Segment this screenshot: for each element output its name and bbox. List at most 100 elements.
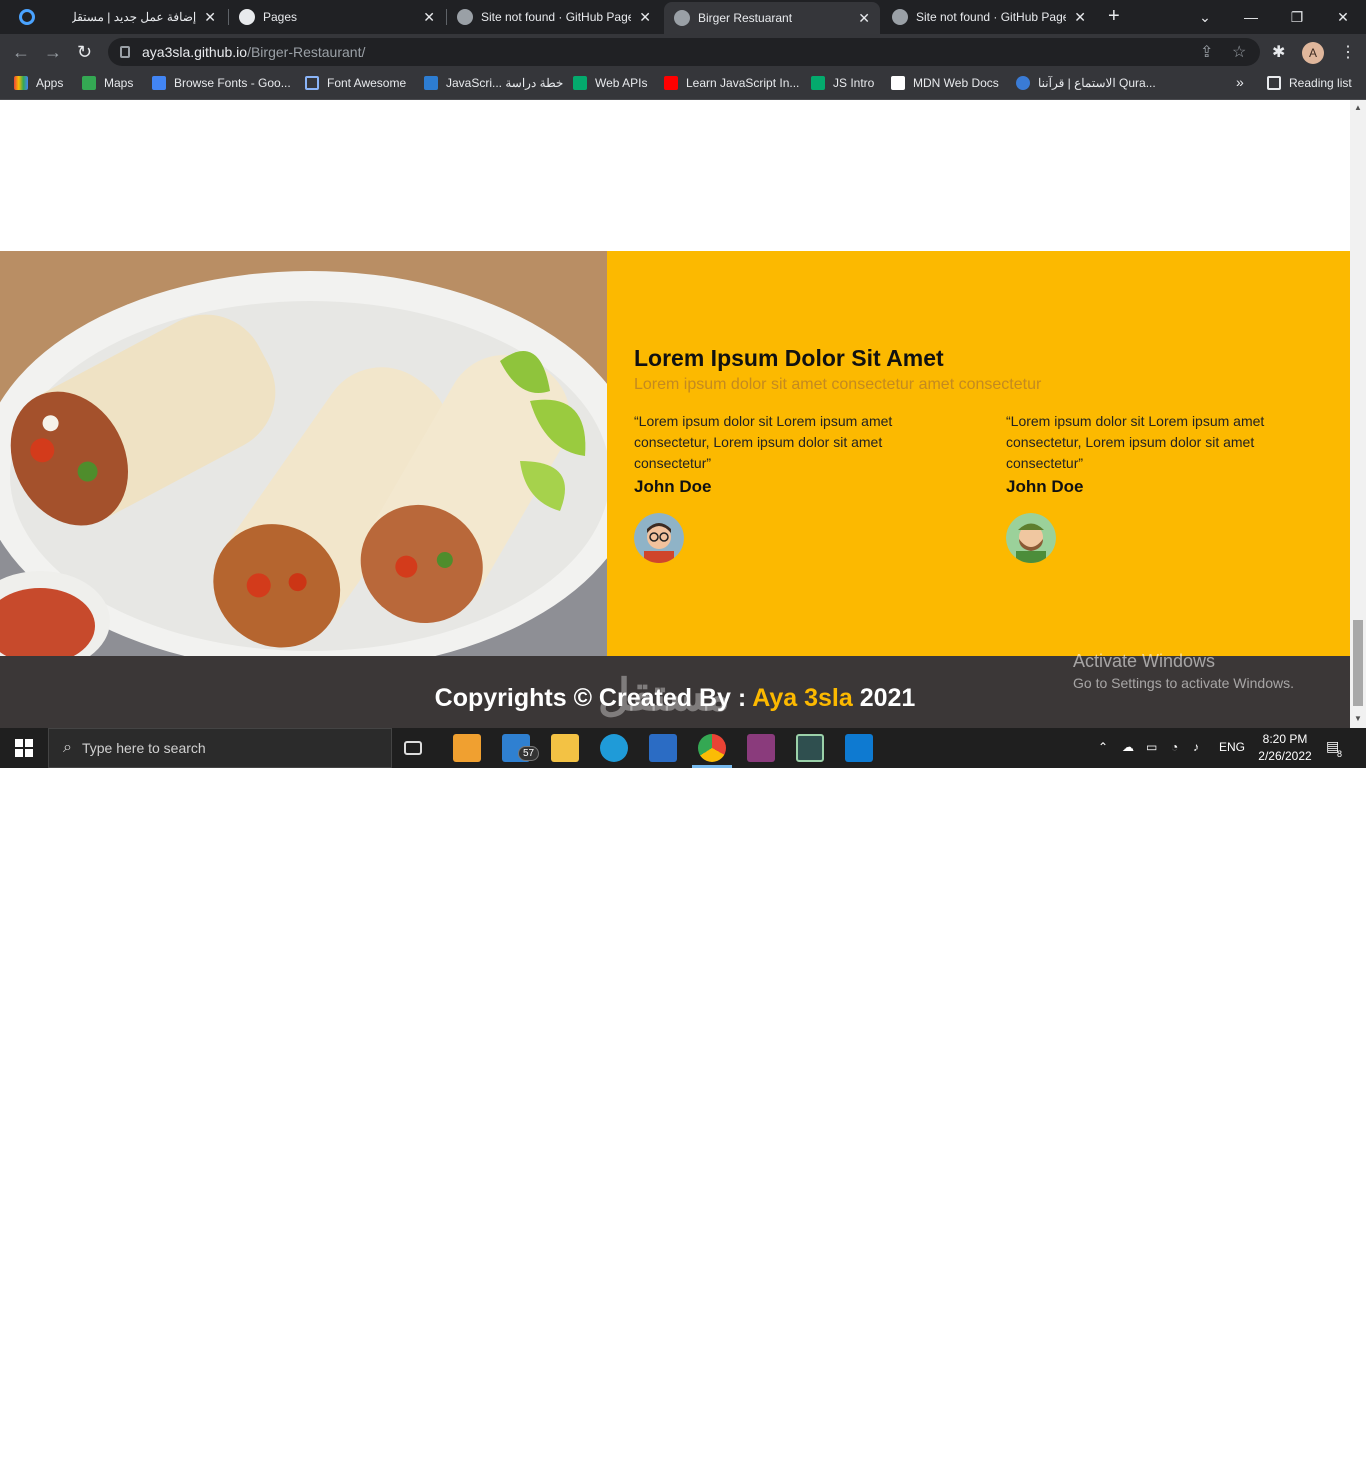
- mail-badge: 57: [518, 746, 540, 761]
- youtube-icon: [664, 76, 678, 90]
- close-icon[interactable]: ✕: [1074, 9, 1086, 26]
- restore-button[interactable]: ❐: [1274, 0, 1320, 34]
- reading-list-label: Reading list: [1289, 76, 1352, 90]
- clock-time: 8:20 PM: [1262, 732, 1308, 746]
- github-icon: [239, 9, 255, 25]
- globe-icon: [457, 9, 473, 25]
- bookmark-mdn[interactable]: MDN Web Docs: [891, 76, 999, 90]
- bookmark-label: MDN Web Docs: [913, 76, 999, 90]
- bookmark-learn-javascript[interactable]: Learn JavaScript In...: [664, 76, 799, 90]
- tab-site-not-found-1[interactable]: Site not found · GitHub Pages ✕: [447, 0, 661, 34]
- tab-label: Site not found · GitHub Pages: [916, 10, 1067, 24]
- close-icon[interactable]: ✕: [204, 9, 216, 26]
- bookmark-label: الاستماع | قرآننا Qura...: [1038, 76, 1156, 90]
- address-bar[interactable]: aya3sla.github.io/Birger-Restaurant/: [108, 38, 1260, 66]
- apps-grid-icon: [14, 76, 28, 90]
- flag-icon: [305, 76, 319, 90]
- e-icon: [424, 76, 438, 90]
- store-icon[interactable]: [453, 734, 481, 762]
- vscode-icon[interactable]: [845, 734, 873, 762]
- url-host: aya3sla.github.io: [142, 44, 248, 60]
- battery-icon[interactable]: ▭: [1146, 740, 1157, 754]
- close-icon[interactable]: ✕: [639, 9, 651, 26]
- scroll-up-icon[interactable]: ▲: [1354, 103, 1362, 112]
- app-icon[interactable]: [796, 734, 824, 762]
- window-close-button[interactable]: ✕: [1320, 0, 1366, 34]
- onedrive-icon[interactable]: ☁: [1122, 740, 1134, 754]
- bookmarks-bar: Apps Maps Browse Fonts - Goo... Font Awe…: [0, 70, 1366, 100]
- bookmarks-overflow-button[interactable]: »: [1236, 74, 1244, 90]
- chrome-app-icon[interactable]: [19, 9, 35, 25]
- page-scrollbar[interactable]: ▲ ▼: [1350, 100, 1366, 728]
- tab-mostaql[interactable]: إضافة عمل جديد | مستقل ✕: [62, 0, 226, 34]
- reload-icon[interactable]: ↻: [77, 42, 92, 63]
- language-indicator[interactable]: ENG: [1219, 740, 1245, 754]
- bookmark-web-apis[interactable]: Web APIs: [573, 76, 647, 90]
- maps-icon: [82, 76, 96, 90]
- bookmark-quran[interactable]: الاستماع | قرآننا Qura...: [1016, 76, 1156, 90]
- bookmark-font-awesome[interactable]: Font Awesome: [305, 76, 406, 90]
- forward-icon[interactable]: →: [44, 42, 62, 63]
- tab-label: Birger Restuarant: [698, 11, 793, 25]
- bookmark-label: JS Intro: [833, 76, 875, 90]
- more-menu-icon[interactable]: ⋮: [1340, 42, 1356, 62]
- bookmark-apps[interactable]: Apps: [14, 76, 63, 90]
- tab-birger-restaurant[interactable]: Birger Restuarant ✕: [664, 2, 880, 34]
- copyright-year: 2021: [852, 684, 916, 712]
- profile-avatar[interactable]: A: [1302, 42, 1324, 64]
- winrar-icon[interactable]: [747, 734, 775, 762]
- testimonial-author: John Doe: [634, 477, 712, 496]
- testimonials-section: Lorem Ipsum Dolor Sit Amet Lorem ipsum d…: [607, 251, 1350, 656]
- page-viewport: Lorem Ipsum Dolor Sit Amet Lorem ipsum d…: [0, 100, 1350, 728]
- testimonial-author: John Doe: [1006, 477, 1084, 496]
- notification-count: 8: [1337, 749, 1343, 759]
- wifi-icon[interactable]: ◔: [1171, 740, 1178, 754]
- share-icon[interactable]: ⇪: [1200, 42, 1213, 62]
- tab-pages[interactable]: Pages ✕: [229, 0, 445, 34]
- search-icon: ⌕: [63, 739, 72, 756]
- bookmark-javascript-plan[interactable]: JavaScri... خطة دراسة: [424, 76, 563, 90]
- avatar-bearded-man-icon: [1006, 513, 1056, 563]
- mostaql-url-watermark: mostaql.com: [600, 1456, 714, 1478]
- start-button[interactable]: [0, 728, 48, 768]
- bookmark-label: Maps: [104, 76, 134, 90]
- reading-list-button[interactable]: Reading list: [1267, 76, 1352, 90]
- close-icon[interactable]: ✕: [858, 10, 870, 27]
- edge-icon[interactable]: [600, 734, 628, 762]
- browser-toolbar: ← → ↻ aya3sla.github.io/Birger-Restauran…: [0, 34, 1366, 70]
- bookmark-star-icon[interactable]: ☆: [1232, 42, 1246, 62]
- tab-label: Site not found · GitHub Pages: [481, 10, 632, 24]
- windows-taskbar: ⌕ Type here to search 57 mostaql.com ⌃ ☁…: [0, 728, 1366, 1478]
- back-icon[interactable]: ←: [12, 42, 30, 63]
- bookmark-google-fonts[interactable]: Browse Fonts - Goo...: [152, 76, 291, 90]
- chevron-double-right-icon: »: [1236, 74, 1244, 90]
- new-tab-button[interactable]: +: [1108, 5, 1120, 28]
- extensions-icon[interactable]: ✱: [1272, 42, 1285, 62]
- globe-icon: [674, 10, 690, 26]
- avatar: [1006, 513, 1056, 563]
- taskbar-clock[interactable]: 8:20 PM 2/26/2022: [1253, 731, 1317, 765]
- scroll-down-icon[interactable]: ▼: [1354, 714, 1362, 723]
- testimonial-quote: “Lorem ipsum dolor sit Lorem ipsum amet …: [634, 413, 893, 471]
- task-view-icon[interactable]: [404, 741, 422, 755]
- tab-search-button[interactable]: ⌄: [1182, 0, 1228, 34]
- mdn-icon: [891, 76, 905, 90]
- media-player-icon[interactable]: [649, 734, 677, 762]
- bookmark-label: Apps: [36, 76, 64, 90]
- chevron-up-icon[interactable]: ⌃: [1098, 740, 1108, 754]
- volume-icon[interactable]: ♪: [1193, 740, 1199, 754]
- minimize-button[interactable]: —: [1228, 0, 1274, 34]
- bookmark-js-intro[interactable]: JS Intro: [811, 76, 874, 90]
- taskbar-search-box[interactable]: ⌕ Type here to search: [48, 728, 392, 768]
- close-icon[interactable]: ✕: [423, 9, 435, 26]
- burrito-plate-illustration: [0, 251, 607, 656]
- w3schools-icon: [573, 76, 587, 90]
- url-path: /Birger-Restaurant/: [247, 44, 366, 60]
- file-explorer-icon[interactable]: [551, 734, 579, 762]
- scrollbar-thumb[interactable]: [1353, 620, 1363, 706]
- tab-site-not-found-2[interactable]: Site not found · GitHub Pages ✕: [882, 0, 1096, 34]
- bookmark-maps[interactable]: Maps: [82, 76, 133, 90]
- chrome-icon[interactable]: [698, 734, 726, 762]
- clock-date: 2/26/2022: [1258, 749, 1312, 763]
- burrito-food-image: [0, 251, 607, 656]
